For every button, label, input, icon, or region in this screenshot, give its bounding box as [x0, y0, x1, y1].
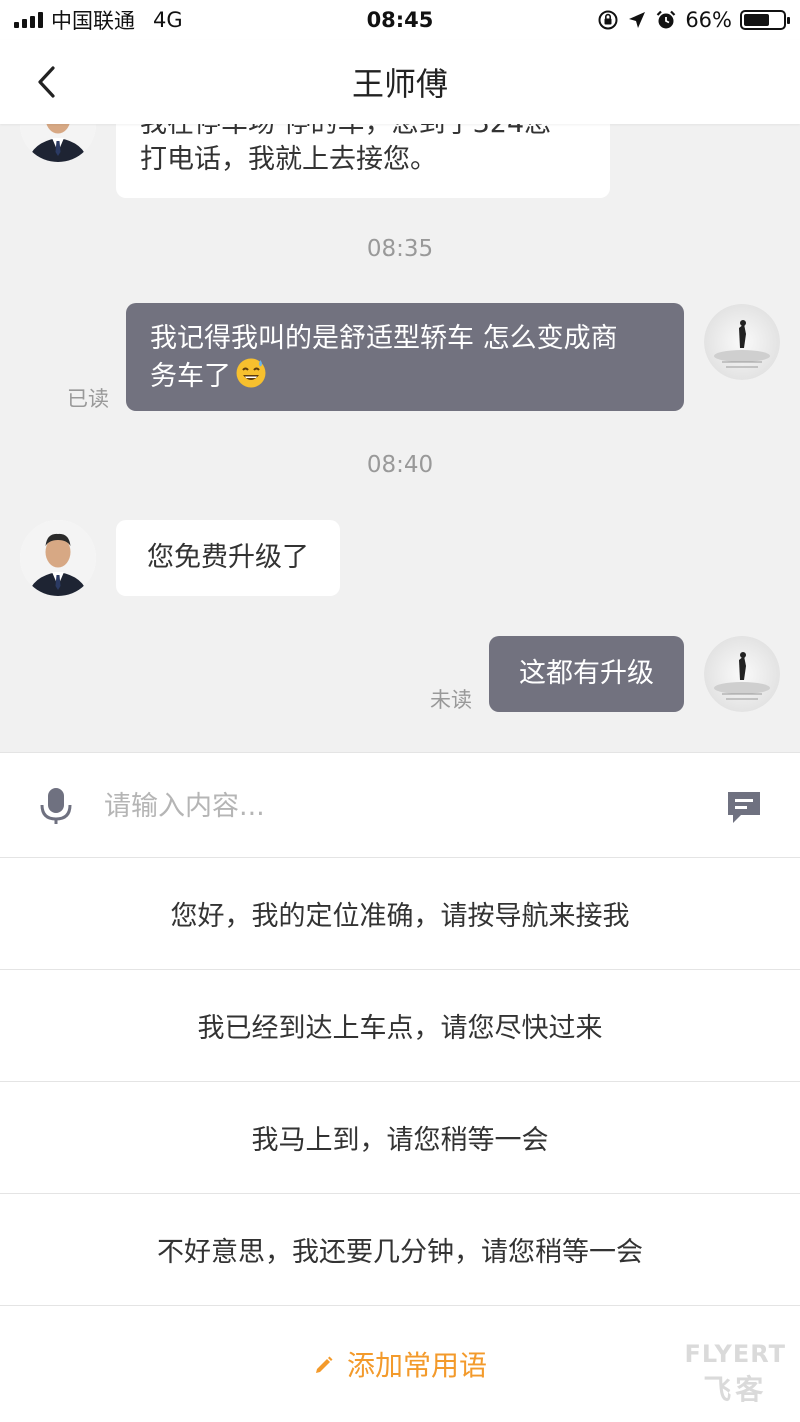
quick-phrase-list: 您好，我的定位准确，请按导航来接我 我已经到达上车点，请您尽快过来 我马上到，请… — [0, 858, 800, 1306]
orientation-lock-icon — [598, 10, 618, 30]
nav-bar: 王师傅 — [0, 40, 800, 124]
message-text: 您免费升级了 — [147, 542, 309, 573]
page-title: 王师傅 — [351, 65, 448, 103]
message-text: 我记得我叫的是舒适型轿车 怎么变成商 — [150, 323, 618, 354]
sweat-smile-emoji-icon — [236, 358, 266, 388]
input-bar — [0, 752, 800, 858]
message-bubble-outgoing[interactable]: 这都有升级 — [489, 636, 684, 712]
chat-area[interactable]: 我在停车场 停的车，您到了324您 打电话，我就上去接您。 08:35 已读 我… — [0, 124, 800, 752]
message-input[interactable] — [104, 781, 694, 831]
quick-phrase-item[interactable]: 您好，我的定位准确，请按导航来接我 — [0, 858, 800, 970]
timestamp: 08:35 — [366, 236, 434, 262]
network-label: 4G — [153, 8, 183, 32]
message-bubble-incoming[interactable]: 您免费升级了 — [116, 520, 340, 596]
pencil-icon — [315, 1356, 333, 1373]
user-avatar[interactable] — [704, 636, 780, 712]
back-button[interactable] — [24, 60, 68, 104]
read-status: 已读 — [67, 387, 109, 411]
battery-icon — [740, 10, 790, 30]
watermark-text: FLYERT — [684, 1340, 786, 1368]
timestamp: 08:40 — [366, 452, 434, 478]
message-bubble-outgoing[interactable]: 我记得我叫的是舒适型轿车 怎么变成商 务车了 — [126, 303, 684, 411]
driver-avatar[interactable] — [20, 520, 96, 596]
chevron-left-icon — [38, 66, 55, 98]
message-text: 打电话，我就上去接您。 — [140, 144, 437, 175]
unread-status: 未读 — [430, 688, 472, 712]
add-phrase-button[interactable]: 添加常用语 — [0, 1306, 800, 1422]
location-arrow-icon — [629, 12, 646, 28]
microphone-icon — [40, 788, 72, 824]
status-right: 66% — [597, 8, 790, 32]
user-avatar[interactable] — [704, 304, 780, 380]
voice-button[interactable] — [38, 786, 74, 826]
add-phrase-label: 添加常用语 — [346, 1349, 487, 1382]
quick-phrase-item[interactable]: 我已经到达上车点，请您尽快过来 — [0, 970, 800, 1082]
watermark-text: 飞客 — [703, 1373, 768, 1406]
status-left: 中国联通 4G — [14, 5, 183, 35]
quick-phrase-item[interactable]: 我马上到，请您稍等一会 — [0, 1082, 800, 1194]
battery-percent: 66% — [685, 8, 732, 32]
driver-avatar[interactable] — [20, 124, 96, 162]
watermark-logo: FLYERT 飞客 — [685, 1340, 787, 1408]
quick-phrase-item[interactable]: 不好意思，我还要几分钟，请您稍等一会 — [0, 1194, 800, 1306]
alarm-icon — [657, 10, 676, 29]
message-text: 我在停车场 停的车，您到了324您 — [140, 124, 586, 142]
message-text: 务车了 — [150, 361, 231, 392]
message-text: 这都有升级 — [519, 658, 654, 689]
message-bubble-incoming[interactable]: 我在停车场 停的车，您到了324您 打电话，我就上去接您。 — [116, 124, 610, 198]
quick-phrases-button[interactable] — [724, 787, 764, 827]
quick-reply-icon — [728, 792, 760, 823]
carrier-label: 中国联通 — [51, 9, 135, 33]
signal-icon — [14, 12, 43, 28]
status-bar: 中国联通 4G 08:45 66% — [0, 0, 800, 40]
